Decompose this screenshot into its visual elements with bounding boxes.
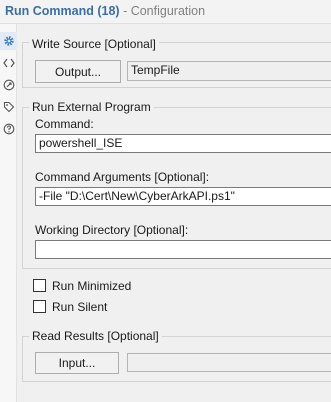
panel-title: Run Command (18) - Configuration	[5, 4, 205, 18]
run-silent-label: Run Silent	[52, 300, 108, 314]
title-separator: -	[119, 4, 131, 18]
rail-tag-button[interactable]	[0, 98, 17, 116]
run-minimized-label: Run Minimized	[52, 279, 132, 293]
annotation-icon	[3, 79, 14, 91]
command-label: Command:	[35, 117, 94, 131]
run-minimized-checkbox[interactable]	[33, 279, 46, 292]
run-silent-checkbox[interactable]	[33, 300, 46, 313]
panel-subtitle: Configuration	[130, 4, 206, 18]
rail-xml-button[interactable]	[0, 54, 17, 72]
configuration-panel: Write Source [Optional] Output... TempFi…	[17, 24, 331, 402]
rail-configuration-button[interactable]	[0, 32, 17, 50]
write-source-legend: Write Source [Optional]	[29, 37, 159, 51]
code-icon	[2, 58, 15, 68]
help-icon	[3, 123, 14, 135]
gear-icon	[3, 36, 14, 46]
read-results-field[interactable]	[127, 353, 331, 372]
panel-header: Run Command (18) - Configuration	[0, 0, 331, 24]
command-field[interactable]: powershell_ISE	[35, 134, 331, 153]
output-button[interactable]: Output...	[35, 60, 121, 83]
tool-name: Run Command (18)	[5, 4, 120, 18]
external-program-legend: Run External Program	[29, 100, 154, 114]
working-directory-label: Working Directory [Optional]:	[35, 223, 189, 237]
write-source-field[interactable]: TempFile	[127, 61, 331, 81]
rail-help-button[interactable]	[0, 120, 17, 138]
tag-icon	[3, 101, 14, 113]
rail-annotation-button[interactable]	[0, 76, 17, 94]
input-button[interactable]: Input...	[35, 352, 119, 374]
command-arguments-label: Command Arguments [Optional]:	[35, 170, 210, 184]
command-arguments-field[interactable]: -File "D:\Cert\New\CyberArkAPI.ps1"	[35, 187, 331, 206]
working-directory-field[interactable]	[35, 240, 331, 259]
side-rail	[0, 24, 17, 402]
read-results-legend: Read Results [Optional]	[29, 329, 162, 343]
